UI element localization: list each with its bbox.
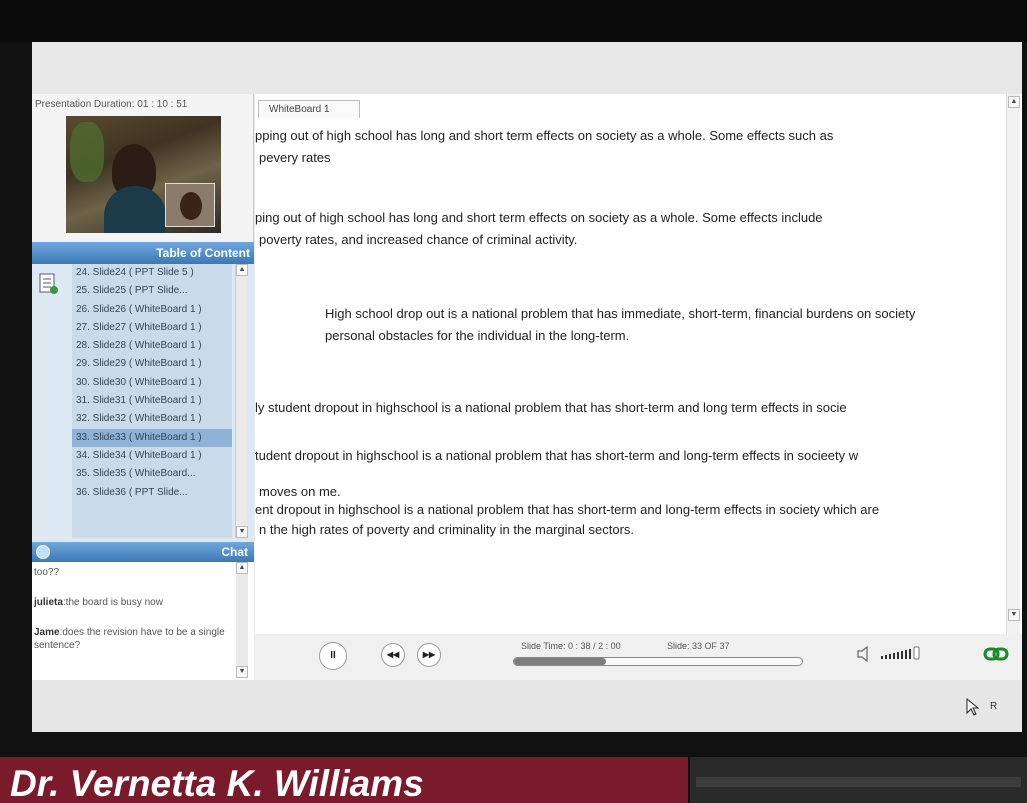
whiteboard-text-line: poverty rates, and increased chance of c…: [259, 232, 578, 247]
whiteboard-text-line: tudent dropout in highschool is a nation…: [255, 448, 859, 463]
whiteboard-text-line: pevery rates: [259, 150, 331, 165]
notes-icon[interactable]: [38, 272, 60, 296]
toc-scrollbar[interactable]: ▲ ▼: [235, 264, 248, 538]
toc-item[interactable]: 26. Slide26 ( WhiteBoard 1 ): [72, 301, 232, 319]
toc-item[interactable]: 33. Slide33 ( WhiteBoard 1 ): [72, 428, 232, 447]
slide-time-value: 0 : 38 / 2 : 00: [568, 641, 621, 651]
toc-header: Table of Content: [32, 242, 254, 264]
wb-scroll-down[interactable]: ▼: [1008, 609, 1020, 621]
cursor-icon: [966, 698, 980, 716]
toc-item[interactable]: 30. Slide30 ( WhiteBoard 1 ): [72, 374, 232, 392]
player-controls: II ◀◀ ▶▶ Slide Time: 0 : 38 / 2 : 00 Sli…: [255, 634, 1022, 680]
slide-time: Slide Time: 0 : 38 / 2 : 00: [521, 641, 621, 651]
toc-item[interactable]: 34. Slide34 ( WhiteBoard 1 ): [72, 447, 232, 465]
presenter-shirt: [104, 186, 166, 233]
left-panel: Presentation Duration: 01 : 10 : 51 Tabl…: [32, 94, 254, 680]
pip-face: [180, 192, 202, 220]
chat-bubble-icon: [36, 545, 50, 559]
duration-value: 01 : 10 : 51: [137, 99, 188, 110]
toc-scroll-up[interactable]: ▲: [236, 264, 248, 276]
chat-scroll-down[interactable]: ▼: [236, 666, 248, 678]
app-top-bar: [32, 42, 1022, 94]
chat-message: Jame:does the revision have to be a sing…: [34, 627, 225, 651]
whiteboard-text-line: pping out of high school has long and sh…: [255, 128, 834, 143]
slide-progress-fill: [514, 658, 607, 665]
presentation-app: Presentation Duration: 01 : 10 : 51 Tabl…: [32, 42, 1022, 732]
toc-area: 24. Slide24 ( PPT Slide 5 ) 25. Slide25 (…: [32, 264, 254, 542]
next-slide-button[interactable]: ▶▶: [417, 643, 441, 667]
whiteboard-content: WhiteBoard 1 pping out of high school ha…: [255, 94, 1000, 624]
toc-item[interactable]: 36. Slide36 ( PPT Slide...: [72, 484, 232, 502]
slide-counter-value: 33 OF 37: [692, 641, 730, 651]
speaker-icon[interactable]: [855, 644, 875, 664]
whiteboard[interactable]: WhiteBoard 1 pping out of high school ha…: [255, 94, 1022, 684]
volume-level-icon[interactable]: [881, 646, 927, 660]
whiteboard-text-line: ly student dropout in highschool is a na…: [255, 400, 847, 415]
video-frame: Presentation Duration: 01 : 10 : 51 Tabl…: [0, 0, 1027, 803]
toc-item[interactable]: 35. Slide35 ( WhiteBoard...: [72, 465, 232, 483]
previous-slide-button[interactable]: ◀◀: [381, 643, 405, 667]
whiteboard-text-line: High school drop out is a national probl…: [325, 306, 916, 321]
slide-counter-label: Slide:: [667, 641, 690, 651]
chat-header: Chat: [32, 542, 254, 562]
wb-scroll-up[interactable]: ▲: [1008, 96, 1020, 108]
chat-scroll-up[interactable]: ▲: [236, 562, 248, 574]
chat-title: Chat: [221, 545, 248, 559]
presentation-duration: Presentation Duration: 01 : 10 : 51: [35, 99, 187, 110]
toc-item[interactable]: 31. Slide31 ( WhiteBoard 1 ): [72, 392, 232, 410]
r-label: R: [990, 701, 998, 712]
toc-item[interactable]: 27. Slide27 ( WhiteBoard 1 ): [72, 319, 232, 337]
whiteboard-tab[interactable]: WhiteBoard 1: [258, 100, 360, 118]
presenter-name: Dr. Vernetta K. Williams: [10, 763, 424, 803]
toc-item[interactable]: 32. Slide32 ( WhiteBoard 1 ): [72, 410, 232, 428]
picture-in-picture: [165, 183, 215, 227]
slide-counter: Slide: 33 OF 37: [667, 641, 730, 651]
pause-button[interactable]: II: [319, 642, 347, 670]
duration-label: Presentation Duration:: [35, 99, 135, 110]
background-plant: [70, 122, 104, 182]
chat-body: too?? julieta:the board is busy now Jame…: [32, 562, 254, 680]
whiteboard-text-line: n the high rates of poverty and criminal…: [259, 522, 635, 537]
toc-scroll-down[interactable]: ▼: [236, 526, 248, 538]
webcam-video: [66, 116, 221, 233]
toc-item[interactable]: 29. Slide29 ( WhiteBoard 1 ): [72, 355, 232, 373]
chat-scrollbar[interactable]: ▲ ▼: [236, 562, 248, 678]
whiteboard-text-line: moves on me.: [259, 484, 341, 499]
taskbar-strip: [696, 777, 1021, 787]
monitor-bezel: [0, 0, 1027, 42]
slide-progress-bar[interactable]: [513, 657, 803, 666]
toc-list: 24. Slide24 ( PPT Slide 5 ) 25. Slide25 (…: [72, 264, 232, 538]
taskbar-fragment: [690, 757, 1027, 803]
presenter-name-banner: Dr. Vernetta K. Williams: [0, 757, 688, 803]
toc-item[interactable]: 24. Slide24 ( PPT Slide 5 ): [72, 264, 232, 282]
chat-message: julieta:the board is busy now: [34, 597, 163, 608]
whiteboard-text-line: personal obstacles for the individual in…: [325, 328, 630, 343]
link-icon[interactable]: [983, 643, 1009, 665]
toc-item[interactable]: 28. Slide28 ( WhiteBoard 1 ): [72, 337, 232, 355]
whiteboard-vertical-scrollbar[interactable]: ▲ ▼: [1006, 94, 1020, 684]
slide-time-label: Slide Time:: [521, 641, 566, 651]
whiteboard-text-line: ent dropout in highschool is a national …: [255, 502, 880, 517]
app-bottom-bar: R: [32, 680, 1022, 732]
toc-item[interactable]: 25. Slide25 ( PPT Slide...: [72, 282, 232, 300]
whiteboard-text-line: ping out of high school has long and sho…: [255, 210, 823, 225]
chat-message: too??: [34, 567, 60, 578]
